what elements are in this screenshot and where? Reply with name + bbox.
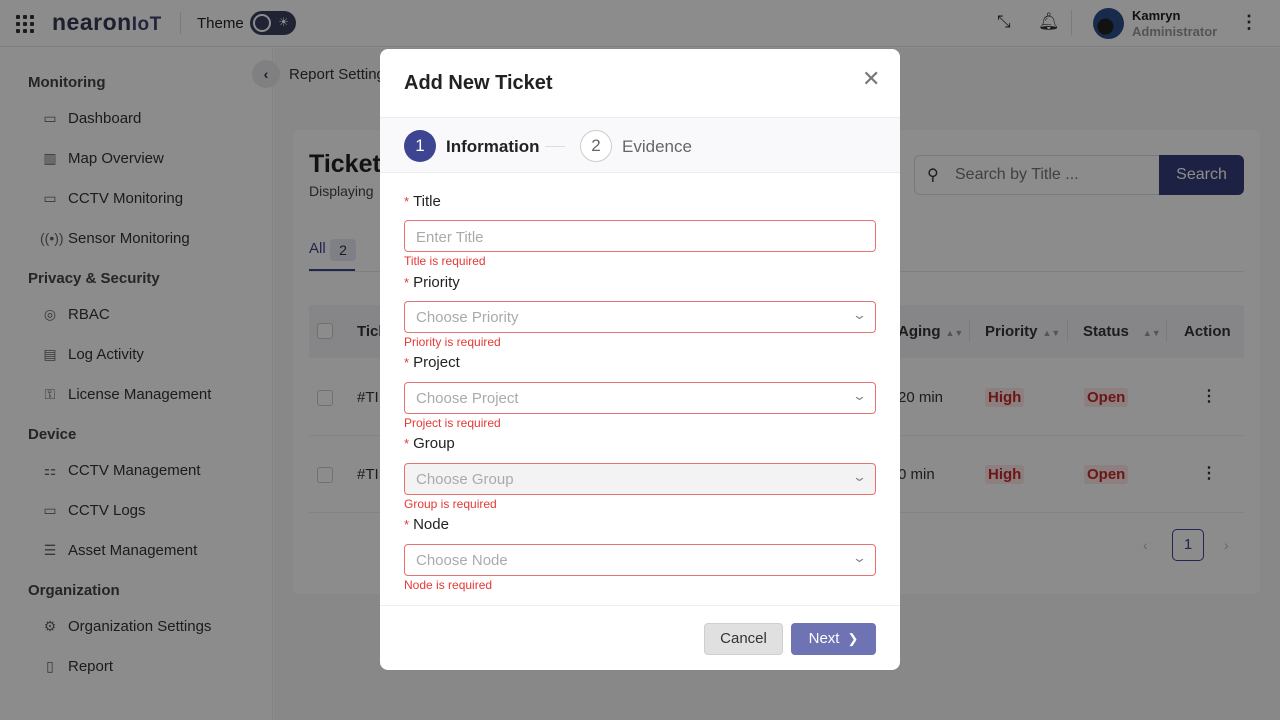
chevron-right-icon: ❯ bbox=[847, 631, 859, 646]
step-1-label: Information bbox=[446, 137, 540, 156]
group-select[interactable]: Choose Group ⌄ bbox=[404, 463, 876, 495]
priority-select[interactable]: Choose Priority ⌄ bbox=[404, 301, 876, 333]
close-icon[interactable]: ✕ bbox=[862, 66, 880, 92]
group-label: * Group bbox=[404, 435, 455, 452]
node-placeholder: Choose Node bbox=[416, 552, 508, 569]
title-error: Title is required bbox=[404, 254, 486, 268]
step-2-indicator: 2 bbox=[580, 130, 612, 162]
group-error: Group is required bbox=[404, 497, 497, 511]
next-button[interactable]: Next ❯ bbox=[791, 623, 876, 655]
title-field bbox=[404, 220, 876, 252]
project-label: * Project bbox=[404, 354, 460, 371]
title-label: * Title bbox=[404, 193, 441, 210]
project-select[interactable]: Choose Project ⌄ bbox=[404, 382, 876, 414]
chevron-down-icon: ⌄ bbox=[851, 388, 868, 403]
project-error: Project is required bbox=[404, 416, 501, 430]
group-placeholder: Choose Group bbox=[416, 471, 514, 488]
priority-placeholder: Choose Priority bbox=[416, 309, 519, 326]
priority-error: Priority is required bbox=[404, 335, 501, 349]
add-ticket-dialog: Add New Ticket ✕ 1 Information 2 Evidenc… bbox=[380, 49, 900, 670]
priority-label: * Priority bbox=[404, 274, 460, 291]
chevron-down-icon: ⌄ bbox=[851, 469, 868, 484]
project-placeholder: Choose Project bbox=[416, 390, 519, 407]
step-2-label: Evidence bbox=[622, 137, 692, 156]
step-1-indicator: 1 bbox=[404, 130, 436, 162]
node-error: Node is required bbox=[404, 578, 493, 592]
cancel-button[interactable]: Cancel bbox=[704, 623, 783, 655]
dialog-title: Add New Ticket bbox=[404, 72, 553, 94]
dialog-footer-divider bbox=[380, 605, 900, 606]
stepper: 1 Information 2 Evidence bbox=[380, 117, 900, 173]
step-connector bbox=[545, 146, 565, 147]
chevron-down-icon: ⌄ bbox=[851, 307, 868, 322]
title-input[interactable] bbox=[416, 227, 856, 247]
chevron-down-icon: ⌄ bbox=[851, 550, 868, 565]
node-label: * Node bbox=[404, 516, 449, 533]
node-select[interactable]: Choose Node ⌄ bbox=[404, 544, 876, 576]
